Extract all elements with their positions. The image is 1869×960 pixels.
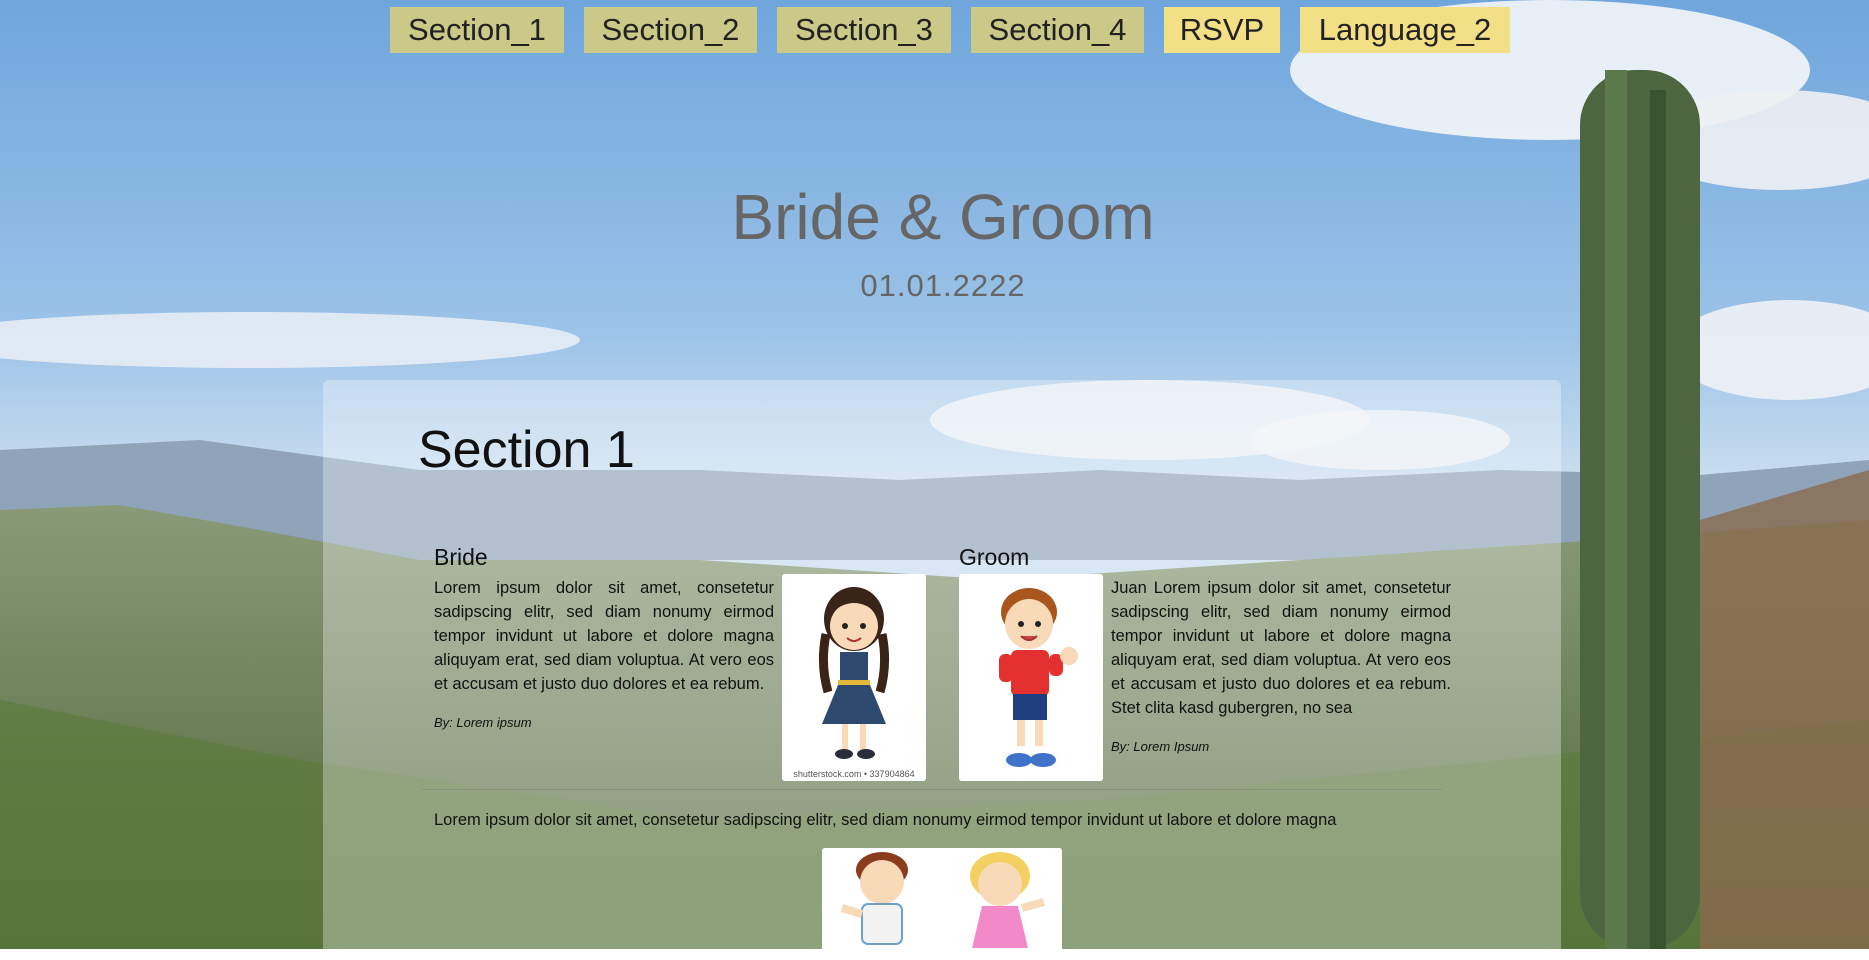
groom-byline: By: Lorem Ipsum	[1111, 739, 1210, 754]
bride-heading: Bride	[434, 544, 488, 570]
hero-date: 01.01.2222	[860, 268, 1026, 303]
hero-title: Bride & Groom	[731, 181, 1155, 253]
nav-language-button[interactable]: Language_2	[1300, 7, 1510, 53]
bride-text: Lorem ipsum dolor sit amet, consetetur s…	[434, 579, 774, 693]
couple-cartoon-icon	[822, 848, 1062, 958]
groom-heading: Groom	[959, 544, 1030, 570]
bride-byline: By: Lorem ipsum	[434, 715, 532, 730]
bride-photo: shutterstock.com • 337904864	[782, 574, 926, 781]
nav-rsvp-button[interactable]: RSVP	[1164, 7, 1280, 53]
couple-photo	[822, 848, 1062, 958]
boy-cartoon-icon	[959, 574, 1103, 781]
groom-photo	[959, 574, 1103, 781]
bride-photo-caption: shutterstock.com • 337904864	[793, 769, 915, 779]
top-nav: Section_1 Section_2 Section_3 Section_4 …	[0, 7, 1869, 53]
nav-section-2-button[interactable]: Section_2	[584, 7, 757, 53]
bottom-text: Lorem ipsum dolor sit amet, consetetur s…	[434, 811, 1337, 829]
nav-section-3-button[interactable]: Section_3	[777, 7, 951, 53]
girl-cartoon-icon	[782, 574, 926, 781]
groom-text: Juan Lorem ipsum dolor sit amet, consete…	[1111, 579, 1451, 717]
nav-section-1-button[interactable]: Section_1	[390, 7, 564, 53]
section-title: Section 1	[418, 421, 635, 479]
section-divider	[422, 789, 1442, 790]
nav-section-4-button[interactable]: Section_4	[971, 7, 1144, 53]
